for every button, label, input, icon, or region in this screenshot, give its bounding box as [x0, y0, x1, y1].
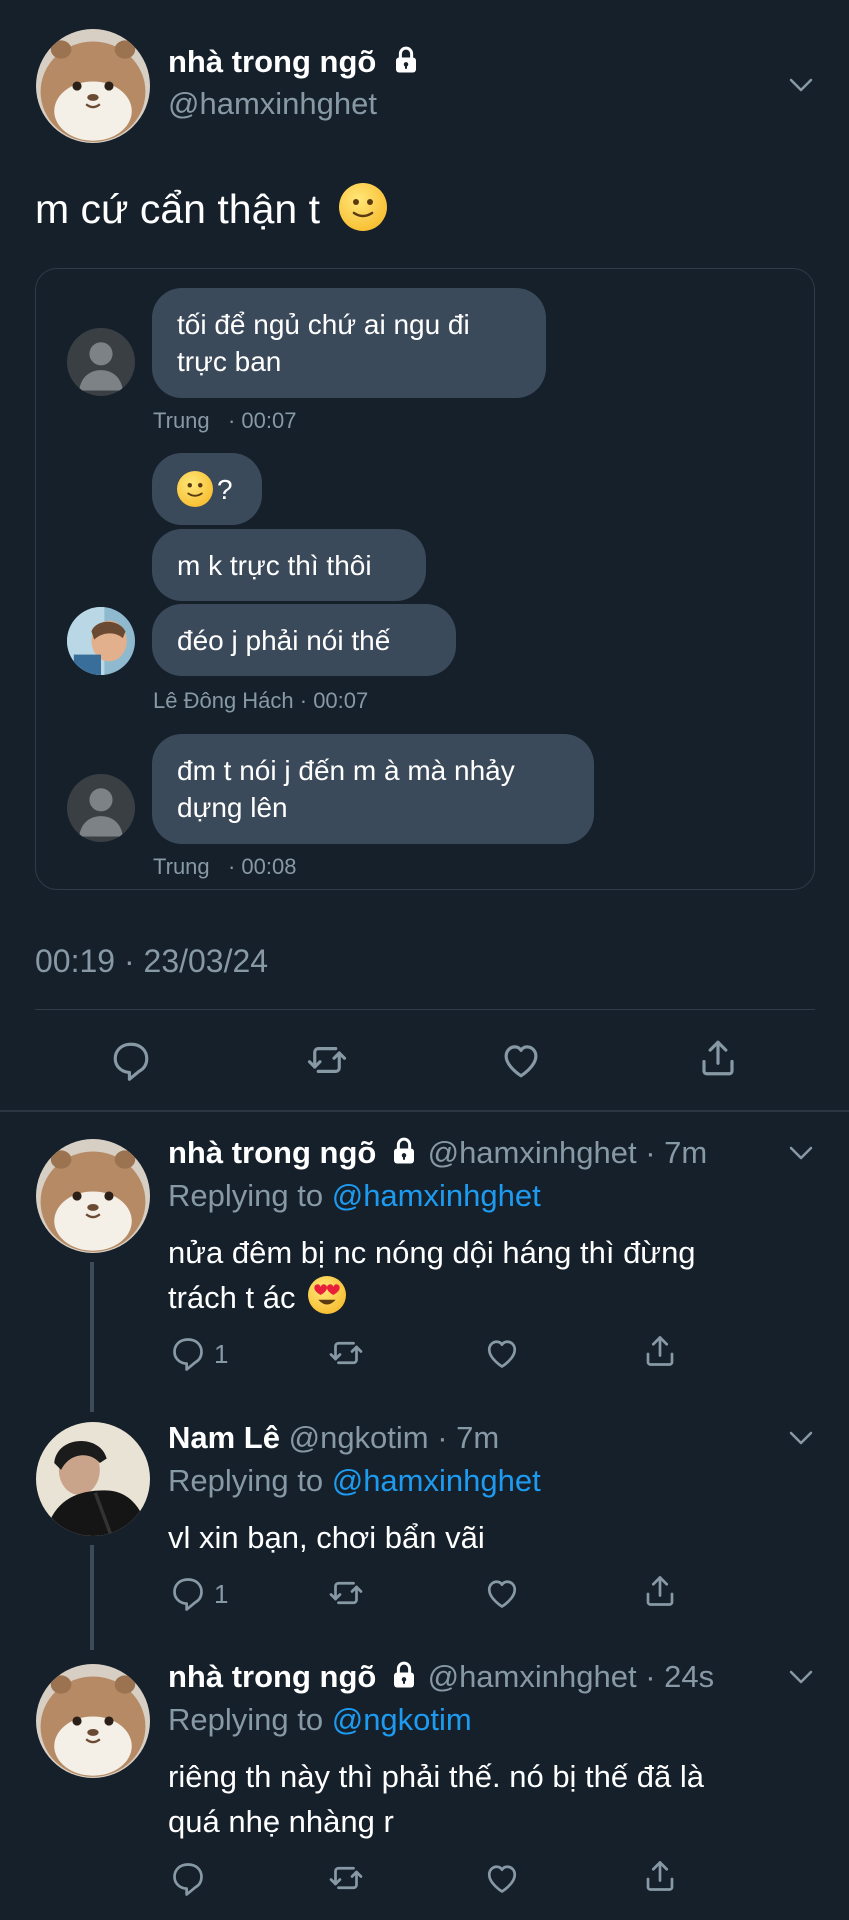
divider — [35, 1009, 815, 1010]
section-divider — [0, 1110, 849, 1112]
share-icon[interactable] — [642, 1573, 678, 1609]
retweet-icon[interactable] — [326, 1335, 366, 1371]
chat-caption: Trung · 00:07 — [153, 408, 297, 433]
lock-icon — [391, 45, 421, 75]
chevron-down-icon[interactable] — [786, 70, 816, 100]
author-handle[interactable]: @hamxinhghet — [168, 86, 377, 122]
reply-count: 1 — [214, 1339, 229, 1369]
thread-line — [90, 1262, 94, 1412]
replying-prefix: Replying to — [168, 1178, 324, 1213]
slightly-smiling-face-emoji — [177, 471, 213, 507]
chat-bubble: đéo j phải nói thế — [152, 604, 456, 676]
heart-eyes-emoji — [308, 1276, 347, 1314]
chevron-down-icon[interactable] — [786, 1423, 816, 1453]
chat-bubble: m k trực thì thôi — [152, 529, 426, 601]
chat-line: trực ban — [177, 346, 282, 377]
replying-to-link[interactable]: @hamxinhghet — [332, 1178, 541, 1213]
reply-icon[interactable] — [170, 1860, 206, 1896]
reply-handle[interactable]: @hamxinhghet — [428, 1659, 637, 1694]
replying-prefix: Replying to — [168, 1702, 324, 1737]
reply-text-line: quá nhẹ nhàng r — [168, 1804, 394, 1839]
reply-text: vl xin bạn, chơi bẩn vãi — [168, 1515, 485, 1560]
reply-handle[interactable]: @hamxinhghet — [428, 1135, 637, 1170]
reply-header: nhà trong ngõ @hamxinhghet · 7m — [168, 1133, 707, 1173]
reply-text-line: trách t ác — [168, 1275, 696, 1320]
reply-header: Nam Lê @ngkotim · 7m — [168, 1418, 499, 1458]
like-icon[interactable] — [484, 1860, 520, 1896]
replying-to-link[interactable]: @ngkotim — [332, 1702, 472, 1737]
reply-text: riêng th này thì phải thế. nó bị thế đã … — [168, 1754, 704, 1844]
reply-header: nhà trong ngõ @hamxinhghet · 24s — [168, 1657, 714, 1697]
chat-avatar-le-dong-hach — [67, 607, 135, 675]
chevron-down-icon[interactable] — [786, 1662, 816, 1692]
replying-to-link[interactable]: @hamxinhghet — [332, 1463, 541, 1498]
chat-line: đéo j phải nói thế — [177, 624, 391, 656]
tweet-timestamp: 00:19 · 23/03/24 — [35, 943, 269, 979]
like-icon[interactable] — [484, 1335, 520, 1371]
slightly-smiling-face-emoji — [339, 183, 388, 231]
reply-text: nửa đêm bị nc nóng dội háng thì đừng trá… — [168, 1230, 696, 1320]
reply-handle[interactable]: @ngkotim — [289, 1420, 429, 1455]
like-icon[interactable] — [484, 1575, 520, 1611]
author-avatar[interactable] — [36, 29, 150, 143]
replying-to: Replying to @ngkotim — [168, 1700, 472, 1740]
replying-to: Replying to @hamxinhghet — [168, 1176, 541, 1216]
like-icon[interactable] — [500, 1039, 542, 1081]
reply-text-segment: trách t ác — [168, 1280, 296, 1315]
share-icon[interactable] — [697, 1037, 739, 1079]
chevron-down-icon[interactable] — [786, 1138, 816, 1168]
chat-bubble: ? — [152, 453, 262, 525]
lock-icon — [389, 1660, 419, 1690]
share-icon[interactable] — [642, 1333, 678, 1369]
display-name-text[interactable]: nhà trong ngõ — [168, 44, 376, 79]
retweet-icon[interactable] — [326, 1575, 366, 1611]
chat-line: tối để ngủ chứ ai ngu đi — [177, 309, 470, 340]
reply-time: · 7m — [437, 1420, 500, 1455]
reply-avatar[interactable] — [36, 1664, 150, 1778]
thread-line — [90, 1545, 94, 1650]
reply-time: · 7m — [645, 1135, 708, 1170]
chat-bubble: tối để ngủ chứ ai ngu đi trực ban — [152, 288, 546, 398]
reply-icon[interactable] — [170, 1335, 206, 1371]
reply-display-name[interactable]: nhà trong ngõ — [168, 1135, 376, 1170]
chat-line: dựng lên — [177, 792, 288, 823]
reply-icon[interactable] — [170, 1575, 206, 1611]
author-display-name[interactable]: nhà trong ngõ — [168, 44, 421, 80]
tweet-text: m cứ cẩn thận t — [35, 183, 388, 233]
reply-time: · 24s — [645, 1659, 715, 1694]
reply-avatar[interactable] — [36, 1139, 150, 1253]
chat-line: ? — [217, 473, 233, 505]
retweet-icon[interactable] — [304, 1039, 350, 1081]
lock-icon — [389, 1136, 419, 1166]
chat-bubble: đm t nói j đến m à mà nhảy dựng lên — [152, 734, 594, 844]
reply-count: 1 — [214, 1579, 229, 1609]
retweet-icon[interactable] — [326, 1860, 366, 1896]
chat-avatar-trung — [67, 774, 135, 842]
chat-line: đm t nói j đến m à mà nhảy — [177, 755, 515, 786]
chat-caption: Trung · 00:08 — [153, 854, 297, 879]
share-icon[interactable] — [642, 1858, 678, 1894]
chat-caption: Lê Đông Hách · 00:07 — [153, 688, 369, 713]
reply-icon[interactable] — [110, 1039, 152, 1081]
chat-avatar-trung — [67, 328, 135, 396]
reply-text-line: nửa đêm bị nc nóng dội háng thì đừng — [168, 1235, 696, 1270]
replying-to: Replying to @hamxinhghet — [168, 1461, 541, 1501]
reply-display-name[interactable]: nhà trong ngõ — [168, 1659, 376, 1694]
tweet-text-content: m cứ cẩn thận t — [35, 186, 320, 232]
reply-avatar[interactable] — [36, 1422, 150, 1536]
chat-line: m k trực thì thôi — [177, 549, 372, 581]
reply-display-name[interactable]: Nam Lê — [168, 1420, 280, 1455]
reply-text-line: riêng th này thì phải thế. nó bị thế đã … — [168, 1759, 704, 1794]
replying-prefix: Replying to — [168, 1463, 324, 1498]
reply-text-line: vl xin bạn, chơi bẩn vãi — [168, 1520, 485, 1555]
